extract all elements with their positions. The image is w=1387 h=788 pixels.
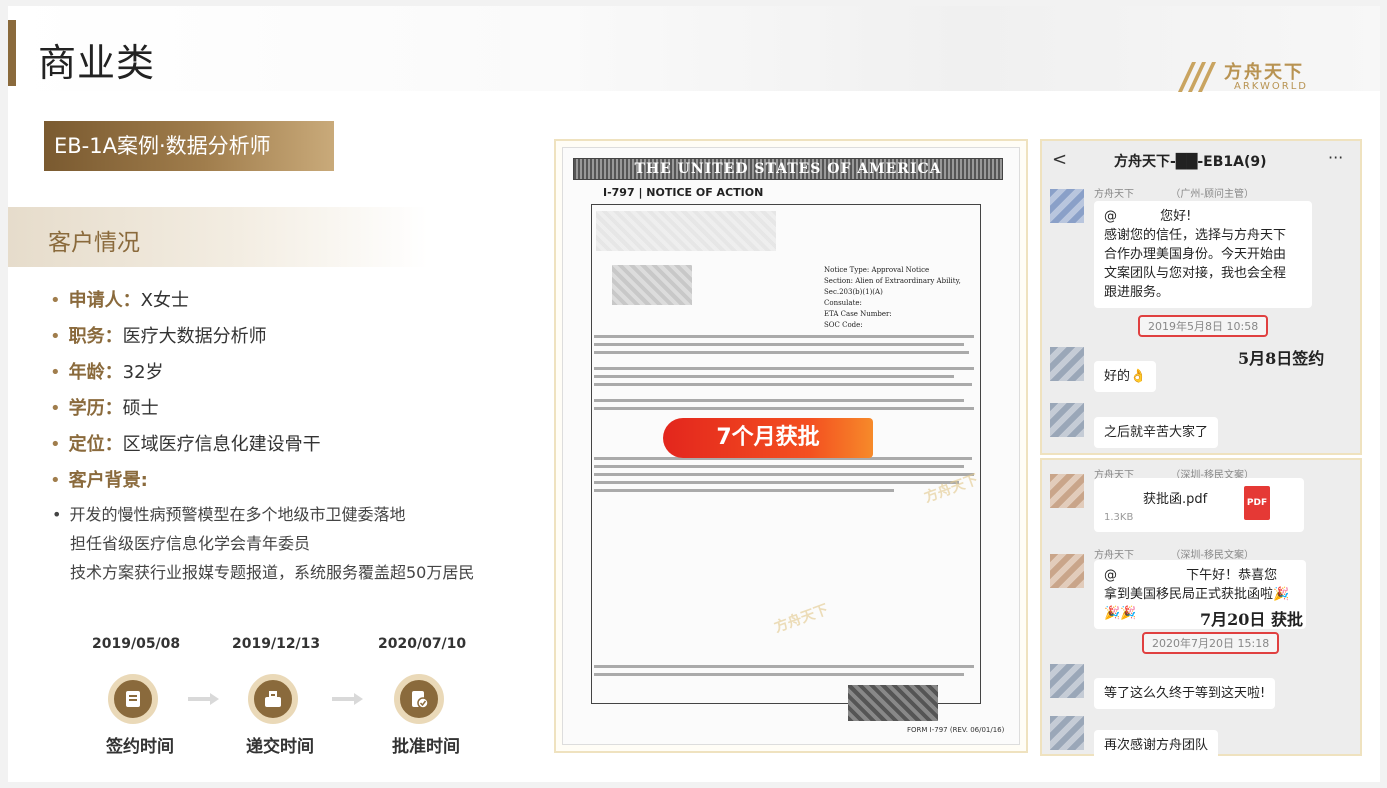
file-name: 获批函.pdf: [1104, 492, 1208, 507]
info-row-applicant: • 申请人：X女士: [50, 290, 189, 311]
text-line: [594, 343, 964, 346]
submit-icon: [248, 674, 298, 724]
timestamp: 2019年5月8日 10:58: [1138, 315, 1269, 337]
chat-screenshot-approval: 方舟天下 （深圳-移民文案） 获批函.pdf 1.3KB PDF 方舟天下 （深…: [1040, 458, 1362, 761]
signing-note: 5月8日签约: [1238, 349, 1325, 368]
timeline-label-sign: 签约时间: [106, 737, 174, 757]
logo-en: ARKWORLD: [1234, 81, 1308, 92]
timeline-label-submit: 递交时间: [246, 737, 314, 757]
info-row-background: • 客户背景:: [50, 470, 148, 491]
document-subtitle: I-797 | NOTICE OF ACTION: [603, 186, 764, 199]
avatar: [1050, 403, 1084, 437]
document-footer: FORM I-797 (REV. 06/01/16): [907, 726, 1005, 734]
info-row-position: • 职务：医疗大数据分析师: [50, 326, 267, 347]
message-bubble: 之后就辛苦大家了: [1094, 417, 1219, 448]
approve-icon: [394, 674, 444, 724]
client-info-list: • 申请人：X女士 • 职务：医疗大数据分析师 • 年龄：32岁 • 学历：硕士 • 定位…: [50, 288, 530, 504]
slide: 商业类 方舟天下 ARKWORLD EB-1A案例·数据分析师 客户情况 • 申请…: [8, 6, 1380, 782]
more-icon[interactable]: ···: [1328, 148, 1343, 167]
background-line: 担任省级医疗信息化学会青年委员: [70, 534, 311, 553]
section-title: 客户情况: [48, 230, 140, 256]
redacted-block: [848, 685, 938, 721]
info-row-age: • 年龄：32岁: [50, 362, 164, 383]
document-banner: THE UNITED STATES OF AMERICA: [573, 158, 1003, 180]
text-line: [594, 383, 972, 386]
avatar: [1050, 716, 1084, 750]
arkworld-logo: 方舟天下 ARKWORLD: [1176, 56, 1316, 96]
text-line: [594, 407, 974, 410]
text-line: [594, 481, 959, 484]
message-bubble: 再次感谢方舟团队: [1094, 730, 1219, 761]
notice-info: Notice Type: Approval Notice Section: Al…: [824, 266, 961, 329]
redacted-block: [596, 211, 776, 251]
text-line: [594, 665, 974, 668]
chat-header: < 方舟天下-██-EB1A(9) ···: [1042, 141, 1360, 181]
text-line: [594, 465, 964, 468]
pdf-icon: PDF: [1244, 486, 1270, 520]
text-line: [594, 399, 964, 402]
background-line: 技术方案获行业报媒专题报道，系统服务覆盖超50万居民: [70, 563, 475, 582]
sender-name: 方舟天下 （广州-顾问主管）: [1094, 189, 1254, 200]
info-row-education: • 学历：硕士: [50, 398, 159, 419]
text-line: [594, 335, 974, 338]
text-line: [594, 673, 964, 676]
message-bubble: 好的👌: [1094, 361, 1157, 392]
info-row-positioning: • 定位：区域医疗信息化建设骨干: [50, 434, 321, 455]
case-title: EB-1A案例·数据分析师: [44, 121, 334, 171]
timeline-date-sign: 2019/05/08: [92, 636, 181, 652]
approval-note: 7月20日 获批: [1200, 610, 1303, 629]
timestamp: 2020年7月20日 15:18: [1142, 632, 1280, 654]
logo-mark-icon: [1178, 62, 1216, 92]
approval-notice-document: THE UNITED STATES OF AMERICA I-797 | NOT…: [562, 147, 1020, 745]
timeline-date-submit: 2019/12/13: [232, 636, 321, 652]
text-line: [594, 489, 894, 492]
text-line: [594, 375, 954, 378]
chat-screenshot-signing: < 方舟天下-██-EB1A(9) ··· 方舟天下 （广州-顾问主管） @ 您…: [1040, 139, 1362, 455]
file-size: 1.3KB: [1104, 512, 1134, 523]
avatar: [1050, 474, 1084, 508]
arrow-right-icon: [188, 693, 219, 705]
page-title: 商业类: [38, 41, 156, 85]
message-bubble: @ 您好! 感谢您的信任，选择与方舟天下 合作办理美国身份。今天开始由 文案团队…: [1094, 201, 1312, 308]
background-lines: • 开发的慢性病预警模型在多个地级市卫健委落地 担任省级医疗信息化学会青年委员 技…: [52, 502, 532, 589]
back-icon[interactable]: <: [1052, 149, 1067, 170]
avatar: [1050, 554, 1084, 588]
header-band: [8, 6, 1380, 91]
avatar: [1050, 664, 1084, 698]
sign-icon: [108, 674, 158, 724]
arrow-right-icon: [332, 693, 363, 705]
timeline-label-approve: 批准时间: [392, 737, 460, 757]
redacted-block: [612, 265, 692, 305]
avatar: [1050, 347, 1084, 381]
approval-notice-frame: THE UNITED STATES OF AMERICA I-797 | NOT…: [554, 139, 1028, 753]
sender-name: 方舟天下 （深圳-移民文案）: [1094, 550, 1254, 561]
background-line: • 开发的慢性病预警模型在多个地级市卫健委落地: [52, 505, 406, 524]
chat-title: 方舟天下-██-EB1A(9): [1114, 154, 1267, 170]
timeline-date-approve: 2020/07/10: [378, 636, 467, 652]
text-line: [594, 351, 969, 354]
text-line: [594, 367, 974, 370]
timeline: 2019/05/08 2019/12/13 2020/07/10 签约时间 递交…: [68, 636, 508, 757]
title-accent-bar: [8, 20, 16, 86]
avatar: [1050, 189, 1084, 223]
text-line: [594, 473, 974, 476]
message-bubble: 等了这么久终于等到这天啦!: [1094, 678, 1276, 709]
file-message[interactable]: 获批函.pdf 1.3KB PDF: [1094, 478, 1304, 532]
approval-badge: 7个月获批: [663, 418, 873, 458]
